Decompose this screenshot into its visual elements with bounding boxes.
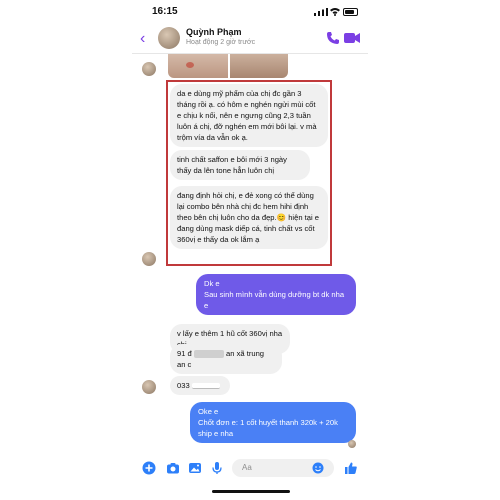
- incoming-message[interactable]: 033: [170, 376, 230, 395]
- home-indicator: [212, 490, 290, 493]
- thumbs-up-icon[interactable]: [344, 461, 358, 475]
- message-fragment: 033: [177, 381, 190, 390]
- contact-status: Hoạt động 2 giờ trước: [186, 39, 256, 46]
- camera-icon[interactable]: [166, 461, 180, 475]
- contact-name[interactable]: Quỳnh Phạm: [186, 27, 242, 37]
- shared-photo[interactable]: [230, 54, 288, 78]
- redacted-text: [193, 350, 224, 358]
- microphone-icon[interactable]: [210, 461, 224, 475]
- incoming-message[interactable]: đang định hỏi chị, e đẻ xong có thể dùng…: [170, 186, 328, 249]
- message-composer: Aa: [132, 456, 368, 480]
- message-placeholder: Aa: [242, 463, 252, 472]
- messenger-screen: 16:15 ‹ Quỳnh Phạm Hoạt động 2 giờ trước…: [132, 0, 368, 500]
- battery-icon: [343, 8, 358, 16]
- incoming-message[interactable]: tinh chất saffon e bôi mới 3 ngày thấy d…: [170, 150, 310, 180]
- sender-avatar: [142, 252, 156, 266]
- seen-avatar: [348, 440, 356, 448]
- signal-icon: [314, 8, 328, 16]
- message-fragment: an c: [177, 360, 192, 369]
- outgoing-message[interactable]: Dk e Sau sinh mình vẫn dùng dưỡng bt dk …: [196, 274, 356, 315]
- message-fragment: 91 đ: [177, 349, 192, 358]
- shared-photo[interactable]: [168, 54, 228, 78]
- sender-avatar: [142, 380, 156, 394]
- plus-circle-icon[interactable]: [142, 461, 156, 475]
- phone-call-icon[interactable]: [326, 31, 340, 45]
- outgoing-message[interactable]: Oke e Chốt đơn e: 1 cốt huyết thanh 320k…: [190, 402, 356, 443]
- message-input[interactable]: Aa: [232, 459, 334, 477]
- message-fragment: an xã trung: [226, 349, 265, 358]
- conversation-header: ‹ Quỳnh Phạm Hoạt động 2 giờ trước: [132, 24, 368, 54]
- gallery-icon[interactable]: [188, 461, 202, 475]
- video-call-icon[interactable]: [344, 32, 360, 44]
- status-bar: 16:15: [132, 0, 368, 24]
- incoming-message[interactable]: 91 đ an xã trung an c: [170, 344, 282, 374]
- emoji-icon[interactable]: [312, 462, 324, 474]
- incoming-message[interactable]: da e dùng mỹ phẩm của chị đc gần 3 tháng…: [170, 84, 328, 147]
- redacted-text: [191, 383, 220, 389]
- sender-avatar: [142, 62, 156, 76]
- contact-avatar[interactable]: [158, 27, 180, 49]
- status-time: 16:15: [152, 6, 178, 17]
- back-chevron-icon[interactable]: ‹: [140, 30, 154, 48]
- wifi-icon: [330, 8, 340, 16]
